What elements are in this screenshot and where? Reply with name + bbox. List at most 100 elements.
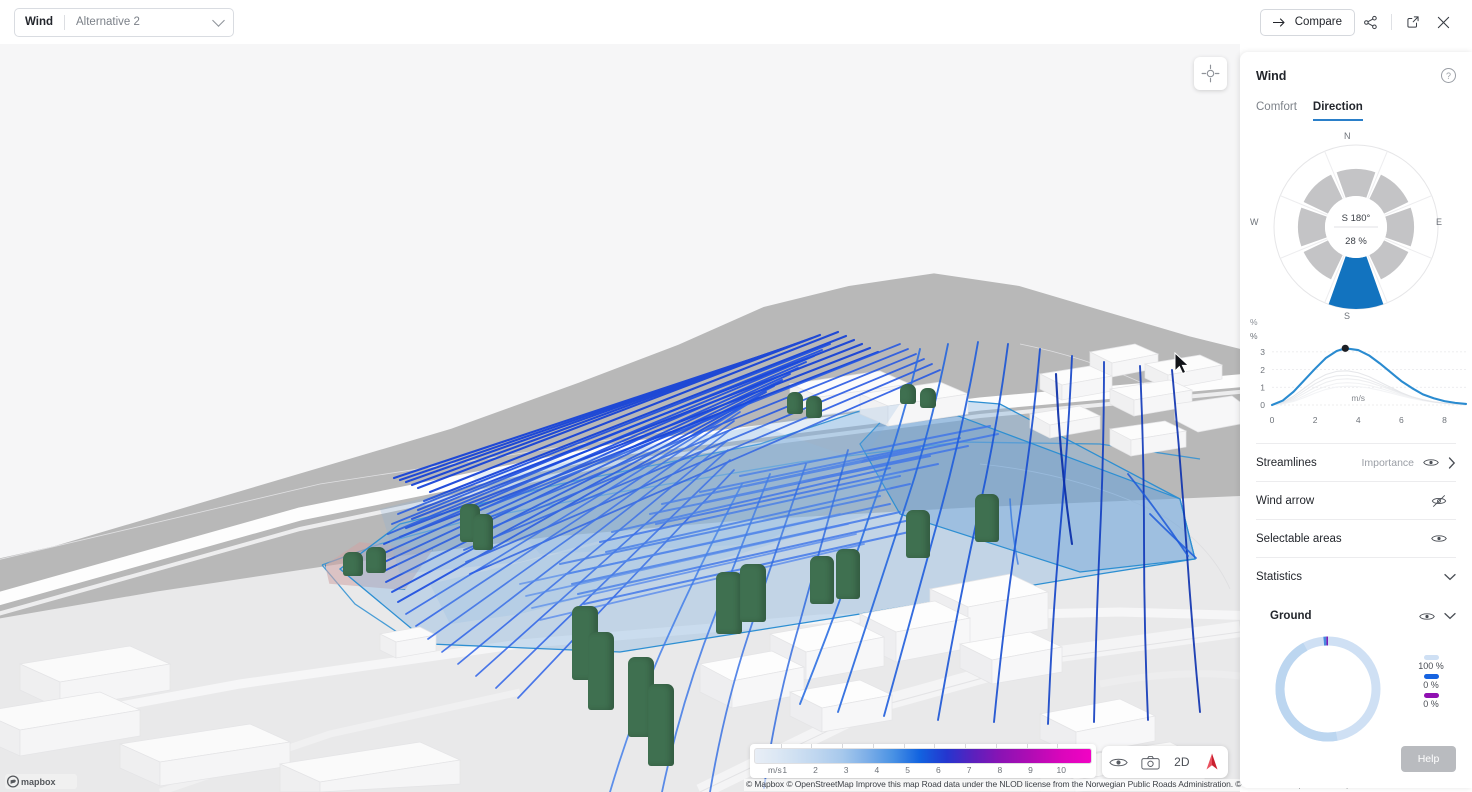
legend-item: 100 % bbox=[1400, 655, 1462, 671]
x-axis-label: m/s bbox=[1351, 393, 1365, 403]
wind-rose-chart[interactable]: S 180° 28 % N S W E % bbox=[1240, 129, 1472, 329]
colorscale-tick-label: 4 bbox=[874, 765, 880, 775]
mapbox-logo[interactable]: mapbox bbox=[5, 774, 79, 789]
row-label: Ground bbox=[1270, 610, 1312, 622]
top-bar-actions: Compare bbox=[1259, 7, 1458, 37]
popout-button[interactable] bbox=[1398, 7, 1428, 37]
compass-button[interactable] bbox=[1203, 752, 1221, 772]
colorscale-labels: m/s 1 2 3 4 5 6 7 8 9 10 bbox=[754, 764, 1092, 778]
chevron-down-icon bbox=[212, 13, 225, 27]
tree bbox=[806, 396, 822, 418]
panel-header: Wind ? bbox=[1240, 52, 1472, 83]
tree bbox=[473, 514, 493, 550]
ground-donut-chart[interactable]: 100 % 0 % 0 % bbox=[1240, 631, 1472, 751]
x-axis-tick-label: 8 bbox=[1442, 415, 1447, 425]
row-selectable-areas[interactable]: Selectable areas bbox=[1256, 519, 1456, 557]
colorscale-tick-label: 9 bbox=[1028, 765, 1033, 775]
wind-rose-svg: S 180° 28 % bbox=[1273, 144, 1439, 310]
rose-label-south: S bbox=[1344, 311, 1351, 321]
row-label: Wind arrow bbox=[1256, 494, 1315, 507]
wind-speed-colorscale: m/s 1 2 3 4 5 6 7 8 9 10 bbox=[750, 744, 1096, 778]
x-axis-tick-label: 2 bbox=[1313, 415, 1318, 425]
tree bbox=[366, 547, 386, 573]
crosshair-icon bbox=[1201, 64, 1220, 83]
wind-speed-distribution-chart[interactable]: 0 1 2 3 0 2 4 6 8% m/s bbox=[1240, 327, 1472, 435]
row-label: Selectable areas bbox=[1256, 532, 1342, 545]
wind-speed-svg: 0 1 2 3 0 2 4 6 8% m/s bbox=[1250, 331, 1468, 425]
tree bbox=[900, 384, 916, 404]
chevron-right-icon[interactable] bbox=[1448, 456, 1456, 469]
row-label: Streamlines bbox=[1256, 456, 1317, 469]
tree bbox=[906, 510, 930, 558]
help-button[interactable]: Help bbox=[1401, 746, 1456, 772]
flow-surface-overlay bbox=[380, 404, 905, 624]
rose-unit-label: % bbox=[1250, 317, 1258, 327]
y-axis-label: % bbox=[1250, 331, 1258, 341]
mapbox-wordmark-icon: mapbox bbox=[5, 774, 77, 789]
compass-icon bbox=[1206, 753, 1218, 770]
close-button[interactable] bbox=[1428, 7, 1458, 37]
y-axis-tick-label: 1 bbox=[1260, 382, 1265, 392]
external-link-icon bbox=[1407, 16, 1419, 28]
dimension-toggle[interactable]: 2D bbox=[1174, 755, 1189, 769]
legend-value: 0 % bbox=[1423, 680, 1439, 690]
locate-button[interactable] bbox=[1194, 57, 1227, 90]
share-button[interactable] bbox=[1355, 7, 1385, 37]
help-icon[interactable]: ? bbox=[1441, 68, 1456, 83]
legend-value: 0 % bbox=[1423, 699, 1439, 709]
arrow-right-icon bbox=[1272, 17, 1285, 27]
screenshot-button[interactable] bbox=[1141, 755, 1161, 770]
colorscale-tick-label: 2 bbox=[813, 765, 818, 775]
chevron-down-icon[interactable] bbox=[1444, 612, 1456, 620]
map-canvas[interactable] bbox=[0, 44, 1240, 792]
legend-swatch-2 bbox=[1423, 674, 1439, 679]
tab-direction[interactable]: Direction bbox=[1312, 101, 1363, 121]
rose-label-north: N bbox=[1344, 131, 1351, 141]
close-icon bbox=[1437, 16, 1449, 28]
tree bbox=[810, 556, 834, 604]
ground-legend: 100 % 0 % 0 % bbox=[1400, 655, 1462, 712]
rose-label-east: E bbox=[1436, 217, 1443, 227]
legend-swatch-1 bbox=[1423, 655, 1439, 660]
colorscale-tick-label: 8 bbox=[997, 765, 1003, 775]
row-ground[interactable]: Ground bbox=[1270, 601, 1456, 631]
divider bbox=[1391, 14, 1392, 30]
panel-title: Wind bbox=[1256, 68, 1287, 83]
tree bbox=[920, 388, 936, 408]
row-statistics[interactable]: Statistics bbox=[1256, 557, 1456, 595]
legend-value: 100 % bbox=[1418, 661, 1444, 671]
eye-icon[interactable] bbox=[1431, 533, 1447, 544]
share-icon bbox=[1363, 15, 1377, 29]
tree bbox=[836, 549, 860, 599]
eye-icon bbox=[1109, 758, 1128, 766]
tree bbox=[975, 494, 999, 542]
compare-button[interactable]: Compare bbox=[1259, 8, 1355, 36]
x-axis-tick-label: 6 bbox=[1399, 415, 1404, 425]
alternative-selector[interactable]: Wind Alternative 2 bbox=[14, 7, 234, 37]
chart-peak-marker[interactable] bbox=[1341, 344, 1349, 352]
eye-icon[interactable] bbox=[1423, 457, 1439, 468]
row-streamlines[interactable]: Streamlines Importance bbox=[1256, 443, 1456, 481]
divider bbox=[64, 14, 65, 30]
chevron-down-icon[interactable] bbox=[1444, 573, 1456, 581]
eye-icon[interactable] bbox=[1419, 611, 1435, 622]
wind-rose-direction-value: S 180° bbox=[1342, 213, 1371, 224]
legend-item: 0 % bbox=[1400, 693, 1462, 709]
colorscale-tick-label: 6 bbox=[935, 765, 941, 775]
mouse-cursor bbox=[1174, 352, 1190, 375]
compare-label: Compare bbox=[1294, 16, 1342, 28]
row-meta[interactable]: Importance bbox=[1361, 457, 1414, 469]
colorscale-tick-label: 7 bbox=[966, 765, 972, 775]
tree bbox=[343, 552, 363, 576]
eye-off-icon[interactable] bbox=[1431, 494, 1447, 508]
tree bbox=[740, 564, 766, 622]
map-toolbar: 2D bbox=[1102, 746, 1228, 778]
layer-visibility-button[interactable] bbox=[1109, 756, 1128, 769]
svg-text:mapbox: mapbox bbox=[21, 777, 56, 787]
alternative-value: Alternative 2 bbox=[76, 16, 140, 28]
row-wind-arrow[interactable]: Wind arrow bbox=[1256, 481, 1456, 519]
legend-item: 0 % bbox=[1400, 674, 1462, 690]
y-axis-tick-label: 0 bbox=[1260, 400, 1265, 410]
tab-comfort[interactable]: Comfort bbox=[1256, 101, 1297, 121]
row-label: Statistics bbox=[1256, 570, 1303, 583]
